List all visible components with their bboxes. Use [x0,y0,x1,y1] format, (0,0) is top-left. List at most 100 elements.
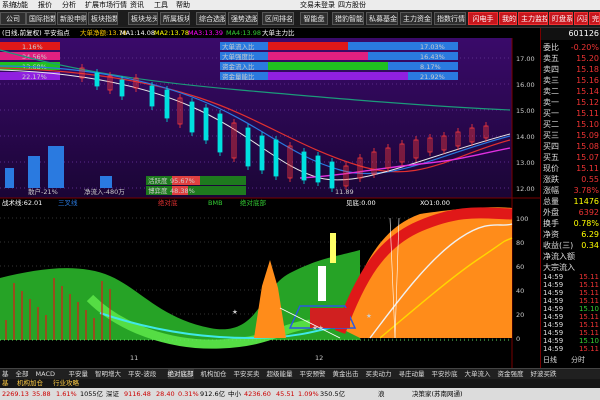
menu-function[interactable]: 功能 [14,0,28,10]
tick-time: 14:59 [543,297,564,305]
ind-abs-bottom-area: 绝对底部 [240,199,266,207]
sz-label: 深证 [106,390,119,398]
tb-index-quote[interactable]: 指数行情 [434,12,466,25]
indicator-tab[interactable]: 平安量 [69,369,89,379]
quote-label: 卖五 [543,54,559,63]
big-order-ratio-label: 大单主力比 [262,29,295,37]
menu-trade-status[interactable]: 交易未登录 [300,0,335,10]
price-tick: 13.00 [516,159,535,167]
quote-label: 买四 [543,142,559,151]
sh-pct: 1.61% [56,390,77,398]
tb-ipo[interactable]: 新股申购 [57,12,87,25]
indicator-tab[interactable]: 平安-波段 [128,369,156,379]
quote-label: 大宗流入 [543,263,575,272]
quote-value: 15.14 [576,87,599,96]
tb-range-rank[interactable]: 区间排名 [262,12,294,25]
info-game-label: 博弈度 [148,186,168,195]
quote-value: 15.11 [576,164,599,173]
tb-my[interactable]: 我的 [499,12,517,25]
indicator-tab[interactable]: 黄金出击 [333,369,359,379]
indicator-tab[interactable]: 机构加仓 [201,369,227,379]
panel-tab-daily[interactable]: 日线 [543,355,557,365]
tb-sector-leader[interactable]: 板块龙头 [128,12,158,25]
quote-row: 涨幅 3.78% [543,185,600,196]
quote-value: -0.20% [570,43,599,52]
indicator-tab[interactable]: MACD [36,369,55,379]
signal-mark: ★ [366,312,372,320]
tb-perfect[interactable]: 完善 [589,12,600,25]
tb-main-monitor[interactable]: 主力监控 [518,12,548,25]
quote-value: 6.29 [581,230,599,239]
legend-value: 16.43% [420,53,445,61]
tb-flash-buy[interactable]: 闪买 [574,12,588,25]
indicator-tab[interactable]: 大单流入 [465,369,491,379]
indicator-tab[interactable]: 超级能量 [267,369,293,379]
menu-tools[interactable]: 工具 [154,0,168,10]
ind-trident: 三叉线 [58,199,78,207]
indicator-tab[interactable]: 平安预警 [300,369,326,379]
candle-body [245,127,251,167]
info-game-value: 48.38% [170,187,195,195]
tb-company[interactable]: 公司 [0,12,26,25]
panel-tab-minute[interactable]: 分时 [571,355,585,365]
quote-row: 买二 15.10 [543,119,600,130]
tb-private-fund[interactable]: 私募基金 [366,12,398,25]
indicator-tab[interactable]: 好波买跌 [531,369,557,379]
indicator-tab[interactable]: 全部 [16,369,29,379]
tb-strong-select[interactable]: 强势选股 [228,12,258,25]
tick-time: 14:59 [543,273,564,281]
tb-my-sector[interactable]: 所属板块 [160,12,190,25]
indicator-tab[interactable]: 买卖动力 [366,369,392,379]
tb-intl-index[interactable]: 国际指数 [26,12,56,25]
indicator-tab[interactable]: 基 [2,369,9,379]
tb-hunter[interactable]: 猎豹智能 [332,12,364,25]
sh-index: 2269.13 [2,390,29,398]
tick-price: 15.10 [578,337,599,345]
quote-value: 11476 [573,197,599,206]
legend-label: 资金流入比 [222,62,255,71]
quote-row: 总量 11476 [543,196,600,207]
menu-extend[interactable]: 扩展市场行情 [85,0,127,10]
ind-tick: 40 [516,287,524,295]
indicator-tab[interactable]: 寻庄动量 [399,369,425,379]
quote-row: 现价 15.11 [543,163,600,174]
menu-bar: 系统 功能 报价 分析 扩展市场行情 资讯 工具 帮助 交易未登录 四方股份 [0,0,600,10]
tb-watch-system[interactable]: 盯盘系统 [549,12,573,25]
quote-row: 买一 15.11 [543,108,600,119]
secondary-tab[interactable]: 基 [2,379,9,388]
menu-analysis[interactable]: 分析 [62,0,76,10]
indicator-tab[interactable]: 资金强度 [498,369,524,379]
tick-time: 14:59 [543,305,564,313]
tick-price: 15.11 [578,329,599,337]
info-activity-value: 95.67% [170,177,195,185]
tb-sector-index[interactable]: 板块指数 [88,12,118,25]
menu-quote[interactable]: 报价 [38,0,52,10]
tick-time: 14:59 [543,329,564,337]
quote-label: 买一 [543,109,559,118]
candle-body [273,139,279,177]
quote-value: 15.07 [576,153,599,162]
quote-value: 15.18 [576,65,599,74]
ma4-label: MA4:13.98 [226,29,261,37]
secondary-tab[interactable]: 行业攻略 [53,379,79,388]
secondary-tab[interactable]: 机构加仓 [17,379,43,388]
quote-label: 卖四 [543,65,559,74]
indicator-tab[interactable]: 平安抄底 [432,369,458,379]
indicator-tab[interactable]: 绝对底部 [167,369,194,379]
indicator-tab[interactable]: 平安买卖 [234,369,260,379]
legend-bar-fill [268,42,348,50]
tb-combo-select[interactable]: 综合选股 [196,12,226,25]
quote-value: 0.34 [581,241,599,250]
quote-label: 卖二 [543,87,559,96]
menu-help[interactable]: 帮助 [176,0,190,10]
legend-label: 大单流入比 [222,42,255,51]
menu-news[interactable]: 资讯 [130,0,144,10]
stock-code: 601126 [541,28,600,40]
indicator-tab[interactable]: 智明增大 [95,369,121,379]
candle-body [217,113,223,153]
tb-smart-disk[interactable]: 智能盘 [300,12,328,25]
tb-main-fund[interactable]: 主力资金 [400,12,432,25]
tb-flash-hand[interactable]: 闪电手 [468,12,498,25]
ind-absolute-bottom: 绝对底 [158,199,178,207]
legend-value: 17.03% [420,43,445,51]
